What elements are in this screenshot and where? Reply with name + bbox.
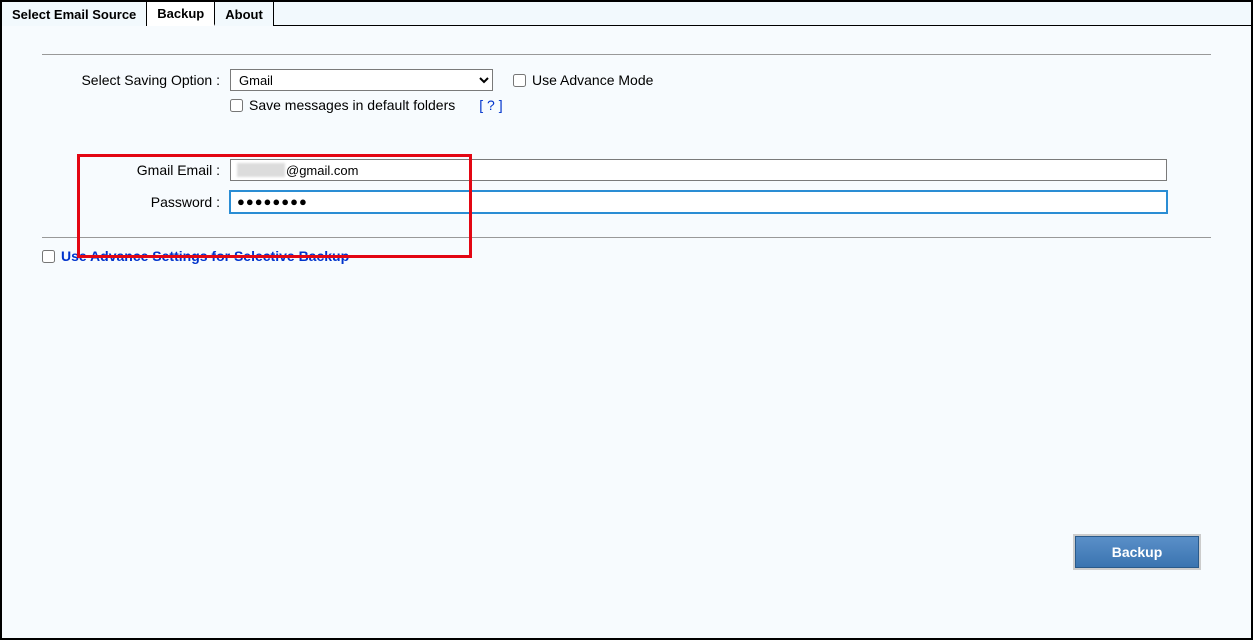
backup-panel: Select Saving Option : Gmail Use Advance… [2,26,1251,638]
email-suffix: @gmail.com [286,163,358,178]
tab-about[interactable]: About [215,2,274,26]
tab-bar: Select Email Source Backup About [2,2,1251,26]
email-blurred-prefix [237,163,285,177]
saving-option-label: Select Saving Option : [42,72,230,88]
advance-settings-checkbox[interactable] [42,250,55,263]
save-default-checkbox[interactable] [230,99,243,112]
password-field[interactable]: ●●●●●●●● [230,191,1167,213]
email-field[interactable]: @gmail.com [230,159,1167,181]
tab-backup[interactable]: Backup [147,2,215,26]
advance-mode-label: Use Advance Mode [532,72,653,88]
advance-settings-label: Use Advance Settings for Selective Backu… [61,248,349,264]
save-default-label: Save messages in default folders [249,97,455,113]
tab-select-email-source[interactable]: Select Email Source [2,2,147,26]
help-link[interactable]: [ ? ] [479,97,502,113]
advance-mode-wrap[interactable]: Use Advance Mode [513,72,653,88]
email-label: Gmail Email : [42,162,230,178]
divider-top [42,54,1211,55]
save-default-wrap[interactable]: Save messages in default folders [230,97,455,113]
password-label: Password : [42,194,230,210]
advance-mode-checkbox[interactable] [513,74,526,87]
backup-button[interactable]: Backup [1075,536,1199,568]
divider-mid [42,237,1211,238]
saving-option-select[interactable]: Gmail [230,69,493,91]
